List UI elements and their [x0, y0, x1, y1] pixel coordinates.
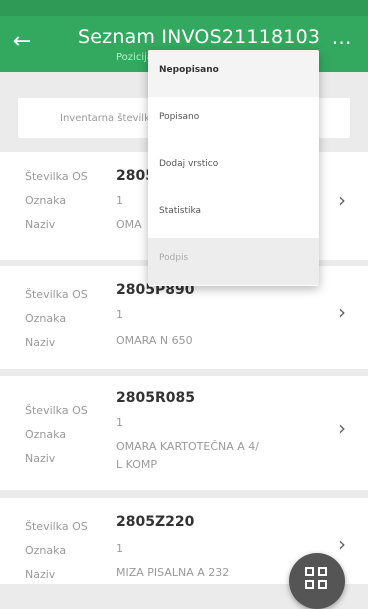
menu-item-label: Nepopisano: [159, 65, 219, 75]
item-oznaka: 1: [116, 542, 123, 555]
item-label-oznaka: Oznaka: [25, 312, 67, 325]
more-horizontal-icon[interactable]: ⋯: [328, 32, 356, 54]
item-oznaka: 1: [116, 194, 123, 207]
menu-item-label: Statistika: [159, 206, 202, 216]
item-label-naziv: Naziv: [25, 568, 56, 581]
menu-item-label: Podpis: [159, 253, 189, 263]
item-code: 2805Z220: [116, 514, 195, 530]
grid-icon: [305, 567, 329, 591]
item-naziv: MIZA PISALNA A 232: [116, 566, 230, 579]
chevron-right-icon[interactable]: ›: [338, 532, 346, 556]
status-bar: [0, 0, 368, 16]
item-label-stevilka: Številka OS: [25, 170, 88, 183]
menu-item-label: Popisano: [159, 112, 200, 122]
item-label-stevilka: Številka OS: [25, 404, 88, 417]
menu-item-dodaj-vrstico[interactable]: Dodaj vrstico: [148, 144, 319, 191]
item-label-stevilka: Številka OS: [25, 288, 88, 301]
chevron-right-icon[interactable]: ›: [338, 300, 346, 324]
item-oznaka: 1: [116, 308, 123, 321]
item-label-naziv: Naziv: [25, 218, 56, 231]
item-naziv: OMA: [116, 218, 142, 231]
menu-item-statistika[interactable]: Statistika: [148, 191, 319, 238]
item-naziv-line2: L KOMP: [116, 458, 158, 471]
menu-item-podpis[interactable]: Podpis: [148, 238, 319, 285]
overflow-menu: Nepopisano Popisano Dodaj vrstico Statis…: [148, 50, 319, 286]
item-naziv-line1: OMARA KARTOTEČNA A 4/: [116, 440, 259, 453]
item-label-naziv: Naziv: [25, 336, 56, 349]
item-label-naziv: Naziv: [25, 452, 56, 465]
item-label-stevilka: Številka OS: [25, 520, 88, 533]
item-label-oznaka: Oznaka: [25, 194, 67, 207]
item-code: 2805R085: [116, 390, 195, 406]
menu-item-nepopisano[interactable]: Nepopisano: [148, 50, 319, 97]
scan-button[interactable]: [289, 553, 345, 609]
list-item[interactable]: Številka OS 2805R085 Oznaka 1 Naziv OMAR…: [0, 376, 368, 490]
menu-item-popisano[interactable]: Popisano: [148, 97, 319, 144]
item-label-oznaka: Oznaka: [25, 428, 67, 441]
chevron-right-icon[interactable]: ›: [338, 416, 346, 440]
page-title: Seznam INVOS21118103: [78, 26, 321, 48]
chevron-right-icon[interactable]: ›: [338, 188, 346, 212]
item-naziv: OMARA N 650: [116, 334, 193, 347]
item-label-oznaka: Oznaka: [25, 544, 67, 557]
arrow-left-icon[interactable]: ←: [10, 30, 34, 54]
menu-item-label: Dodaj vrstico: [159, 159, 219, 169]
item-oznaka: 1: [116, 416, 123, 429]
